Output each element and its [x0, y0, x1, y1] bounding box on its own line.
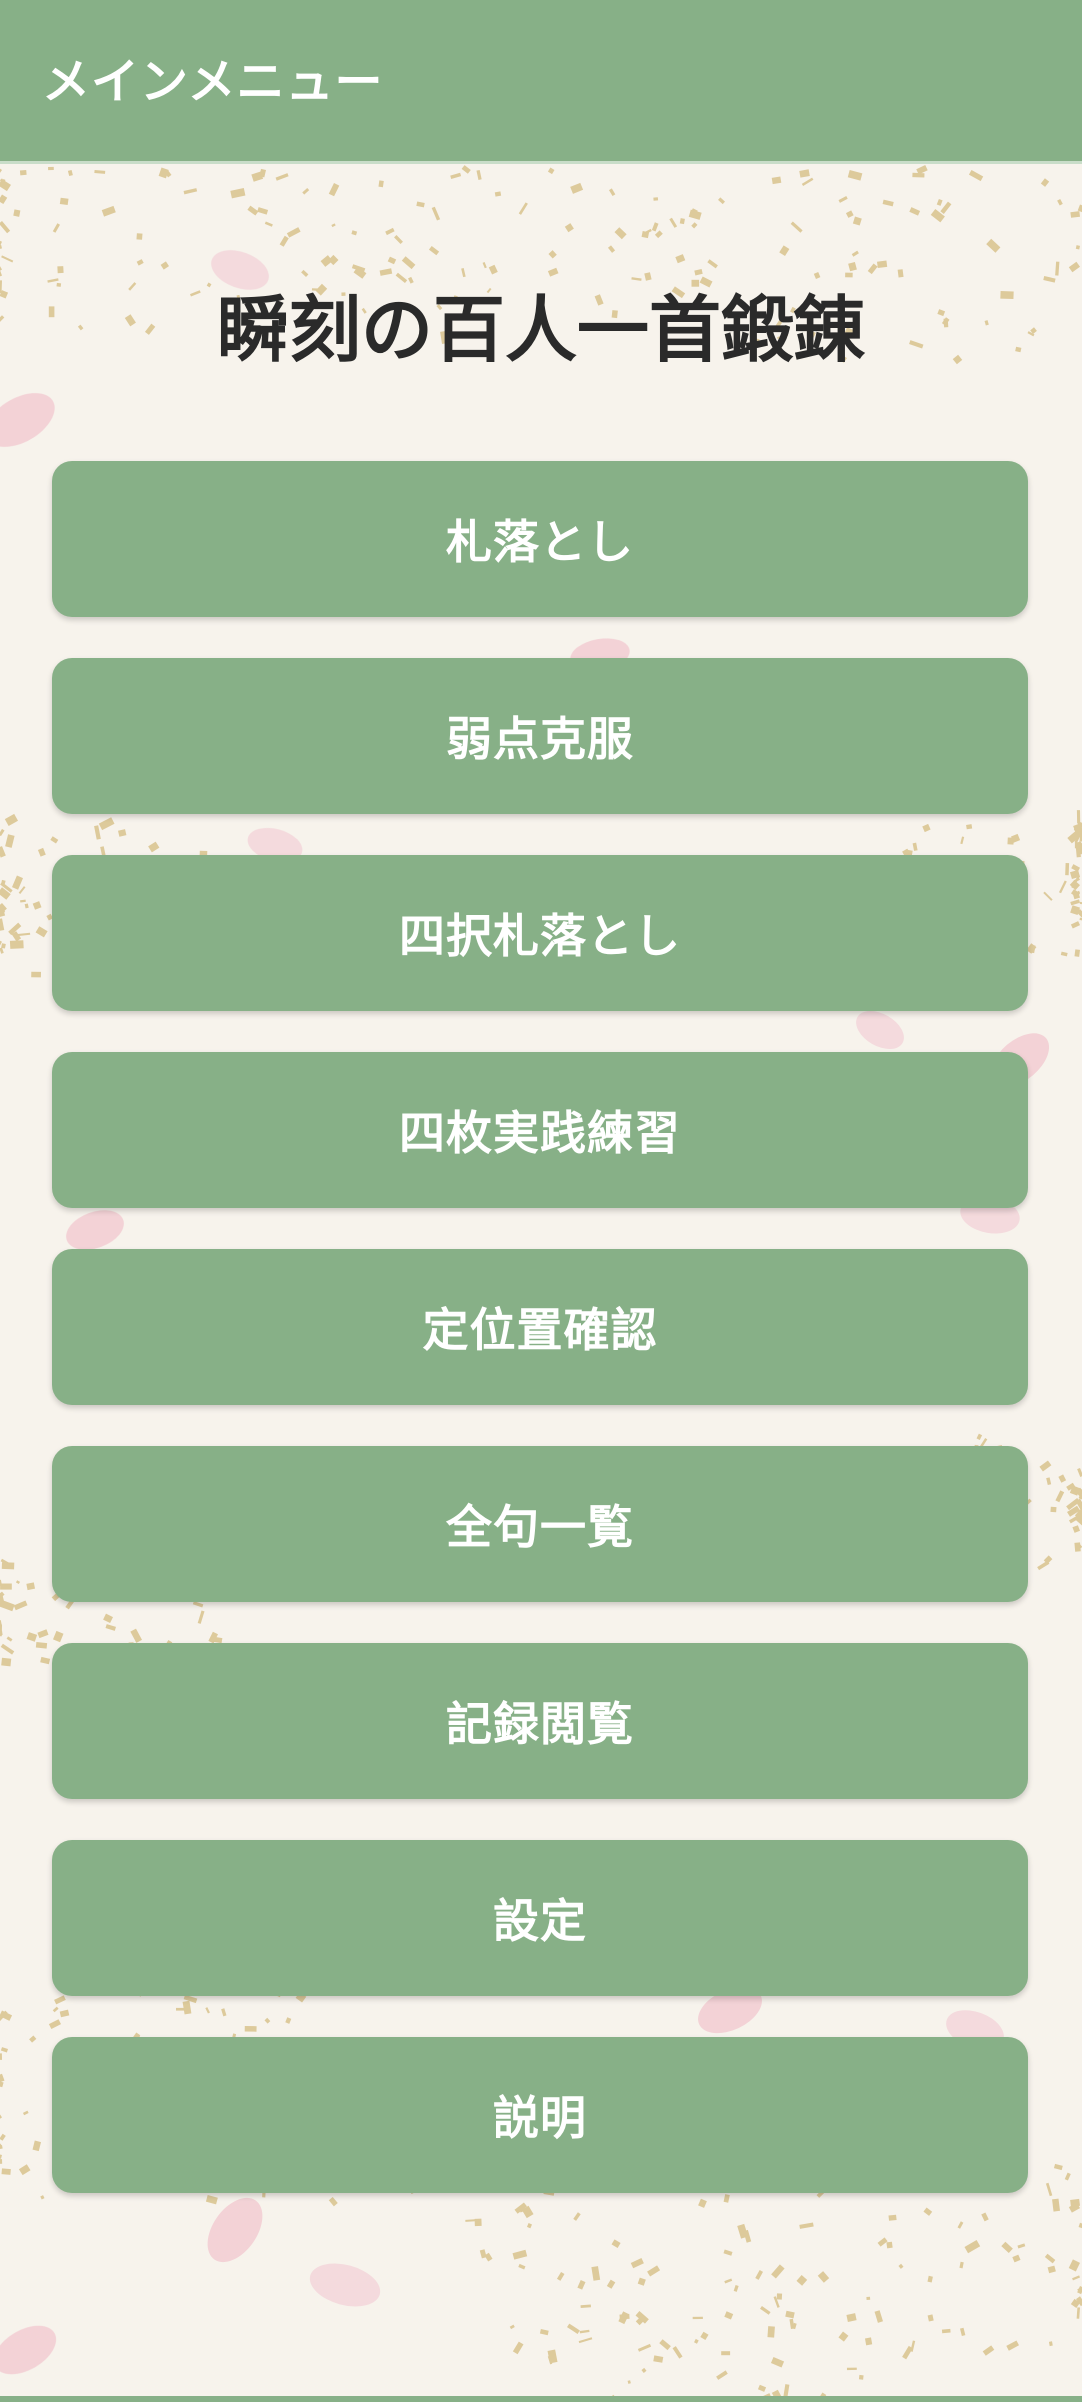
- main-menu: 札落とし 弱点克服 四択札落とし 四枚実践練習 定位置確認 全句一覧 記録閲覧 …: [52, 461, 1028, 2234]
- menu-button-weakness-training[interactable]: 弱点克服: [52, 658, 1028, 814]
- app-bar: メインメニュー: [0, 0, 1082, 164]
- app-title: 瞬刻の百人一首鍛錬: [216, 288, 865, 372]
- menu-button-settings[interactable]: 設定: [52, 1840, 1028, 1996]
- menu-button-records[interactable]: 記録閲覧: [52, 1643, 1028, 1799]
- menu-button-four-choice-fudaotoshi[interactable]: 四択札落とし: [52, 855, 1028, 1011]
- app-bar-title: メインメニュー: [42, 54, 384, 110]
- menu-button-position-check[interactable]: 定位置確認: [52, 1249, 1028, 1405]
- menu-button-four-card-practice[interactable]: 四枚実践練習: [52, 1052, 1028, 1208]
- bottom-nav-edge: [0, 2396, 1082, 2402]
- menu-button-all-poems-list[interactable]: 全句一覧: [52, 1446, 1028, 1602]
- menu-button-help[interactable]: 説明: [52, 2037, 1028, 2193]
- menu-button-fudaotoshi[interactable]: 札落とし: [52, 461, 1028, 617]
